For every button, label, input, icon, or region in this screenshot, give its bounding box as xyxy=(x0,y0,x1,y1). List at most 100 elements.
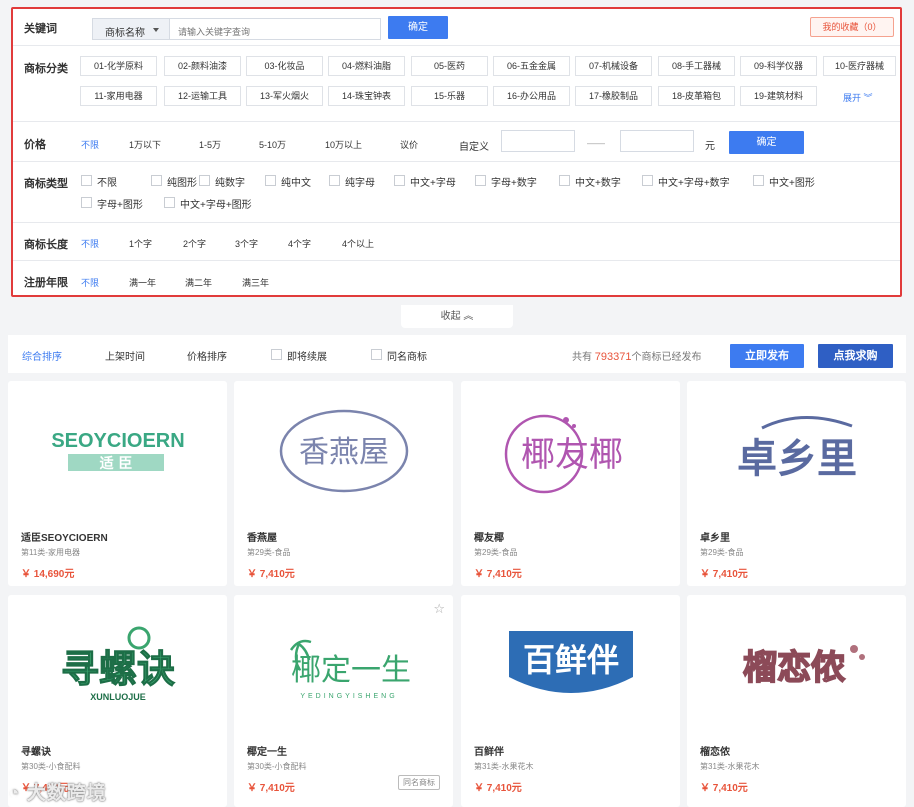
type-checkbox[interactable]: 中文+字母+图形 xyxy=(164,196,252,211)
price-option[interactable]: 议价 xyxy=(400,138,418,151)
type-checkbox[interactable]: 字母+图形 xyxy=(81,196,143,211)
keyword-label: 关键词 xyxy=(24,23,57,35)
my-favorites-button[interactable]: 我的收藏（0） xyxy=(810,17,894,37)
type-checkbox[interactable]: 不限 xyxy=(81,174,117,189)
type-checkbox[interactable]: 纯图形 xyxy=(151,174,197,189)
years-option[interactable]: 满二年 xyxy=(185,276,212,289)
same-name-badge: 同名商标 xyxy=(398,775,440,790)
logo-text-en: SEOYCIOERN xyxy=(51,430,184,452)
keyword-type-select[interactable]: 商标名称 xyxy=(92,18,170,40)
category-chip[interactable]: 16-办公用品 xyxy=(493,86,570,106)
category-chip[interactable]: 18-皮革箱包 xyxy=(658,86,735,106)
type-checkbox[interactable]: 字母+数字 xyxy=(475,174,537,189)
keyword-confirm-button[interactable]: 确定 xyxy=(388,16,448,39)
category-chip[interactable]: 07-机械设备 xyxy=(575,56,652,76)
category-chip[interactable]: 14-珠宝钟表 xyxy=(328,86,405,106)
category-chip[interactable]: 01-化学原料 xyxy=(80,56,157,76)
trademark-logo: SEOYCIOERN 适 臣 xyxy=(8,381,227,521)
length-option[interactable]: 4个字 xyxy=(288,237,311,250)
category-chip[interactable]: 13-军火烟火 xyxy=(246,86,323,106)
divider xyxy=(13,222,900,223)
years-label: 注册年限 xyxy=(24,277,68,289)
max-price-input[interactable] xyxy=(620,130,694,152)
trademark-card[interactable]: 香燕屋 香燕屋 第29类-食品 ￥ 7,410元 xyxy=(234,381,453,586)
trademark-price: ￥ 7,410元 xyxy=(700,783,748,794)
price-option[interactable]: 10万以上 xyxy=(325,138,362,151)
category-chip[interactable]: 08-手工器械 xyxy=(658,56,735,76)
sort-comprehensive[interactable]: 综合排序 xyxy=(22,348,62,363)
category-chip[interactable]: 04-燃料油脂 xyxy=(328,56,405,76)
logo-subtext: XUNLUOJUE xyxy=(90,692,146,702)
renewal-soon-checkbox[interactable]: 即将续展 xyxy=(271,348,327,363)
length-option[interactable]: 2个字 xyxy=(183,237,206,250)
length-option[interactable]: 1个字 xyxy=(129,237,152,250)
trademark-card[interactable]: 椰友椰 椰友椰 第29类-食品 ￥ 7,410元 xyxy=(461,381,680,586)
trademark-card[interactable]: SEOYCIOERN 适 臣 适臣SEOYCIOERN 第11类-家用电器 ￥ … xyxy=(8,381,227,586)
trademark-card[interactable]: 榴恋侬 榴恋侬 第31类-水果花木 ￥ 7,410元 xyxy=(687,595,906,807)
category-chip[interactable]: 06-五金金属 xyxy=(493,56,570,76)
price-confirm-button[interactable]: 确定 xyxy=(729,131,804,154)
trademark-card[interactable]: 寻螺诀 XUNLUOJUE 寻螺诀 第30类-小食配料 ￥ 7,410元 xyxy=(8,595,227,807)
years-option[interactable]: 不限 xyxy=(81,276,99,289)
trademark-class: 第11类-家用电器 xyxy=(21,548,80,557)
logo-text-cn: 适 臣 xyxy=(99,455,132,472)
expand-categories-button[interactable]: 展开 ︾ xyxy=(843,91,873,104)
years-option[interactable]: 满一年 xyxy=(129,276,156,289)
category-chip[interactable]: 19-建筑材料 xyxy=(740,86,817,106)
type-checkbox[interactable]: 纯数字 xyxy=(199,174,245,189)
logo-xiangyanwu: 香燕屋 xyxy=(279,409,408,493)
same-name-checkbox[interactable]: 同名商标 xyxy=(371,348,427,363)
category-chip[interactable]: 05-医药 xyxy=(411,56,488,76)
trademark-name: 香燕屋 xyxy=(247,533,277,544)
request-purchase-button[interactable]: 点我求购 xyxy=(818,344,893,368)
trademark-card[interactable]: 百鲜伴 百鲜伴 第31类-水果花木 ￥ 7,410元 xyxy=(461,595,680,807)
price-option[interactable]: 1万以下 xyxy=(129,138,161,151)
category-chip[interactable]: 11-家用电器 xyxy=(80,86,157,106)
watermark: ◔ 大数跨境 xyxy=(8,778,107,805)
trademark-name: 卓乡里 xyxy=(700,533,730,544)
keyword-input[interactable] xyxy=(169,18,381,40)
trademark-price: ￥ 7,410元 xyxy=(247,783,295,794)
price-label: 价格 xyxy=(24,139,46,151)
type-checkbox[interactable]: 纯中文 xyxy=(265,174,311,189)
category-chip[interactable]: 17-橡胶制品 xyxy=(575,86,652,106)
price-range-dash: —— xyxy=(587,138,605,148)
type-checkbox[interactable]: 纯字母 xyxy=(329,174,375,189)
trademark-name: 适臣SEOYCIOERN xyxy=(21,533,108,544)
trademark-class: 第29类-食品 xyxy=(700,548,744,557)
collapse-label: 收起 xyxy=(440,311,461,322)
category-label: 商标分类 xyxy=(24,63,68,75)
category-chip[interactable]: 15-乐器 xyxy=(411,86,488,106)
collapse-filters-button[interactable]: 收起 ︽ xyxy=(401,305,513,328)
divider xyxy=(13,121,900,122)
price-option[interactable]: 1-5万 xyxy=(199,138,221,151)
category-chip[interactable]: 02-颜料油漆 xyxy=(164,56,241,76)
length-option[interactable]: 4个以上 xyxy=(342,237,374,250)
sort-bar: 综合排序 上架时间 价格排序 即将续展 同名商标 共有 793371个商标已经发… xyxy=(8,335,906,373)
category-chip[interactable]: 10-医疗器械 xyxy=(823,56,896,76)
trademark-name: 榴恋侬 xyxy=(700,747,730,758)
price-option[interactable]: 5-10万 xyxy=(259,138,286,151)
sort-listing-time[interactable]: 上架时间 xyxy=(105,348,145,363)
length-label: 商标长度 xyxy=(24,239,68,251)
total-count: 共有 793371个商标已经发布 xyxy=(572,348,702,363)
trademark-card[interactable]: 卓乡里 卓乡里 第29类-食品 ￥ 7,410元 xyxy=(687,381,906,586)
length-option[interactable]: 不限 xyxy=(81,237,99,250)
category-chip[interactable]: 03-化妆品 xyxy=(246,56,323,76)
length-option[interactable]: 3个字 xyxy=(235,237,258,250)
min-price-input[interactable] xyxy=(501,130,575,152)
type-checkbox[interactable]: 中文+数字 xyxy=(559,174,621,189)
type-checkbox[interactable]: 中文+字母+数字 xyxy=(642,174,730,189)
category-chip[interactable]: 12-运输工具 xyxy=(164,86,241,106)
publish-now-button[interactable]: 立即发布 xyxy=(730,344,804,368)
price-option-unlimited[interactable]: 不限 xyxy=(81,138,99,151)
trademark-class: 第30类-小食配料 xyxy=(21,762,81,771)
trademark-class: 第31类-水果花木 xyxy=(474,762,534,771)
type-checkbox[interactable]: 中文+图形 xyxy=(753,174,815,189)
years-option[interactable]: 满三年 xyxy=(242,276,269,289)
type-checkbox[interactable]: 中文+字母 xyxy=(394,174,456,189)
trademark-card[interactable]: ☆ 椰定一生 YEDINGYISHENG 椰定一生 第30类-小食配料 ￥ 7,… xyxy=(234,595,453,807)
sort-price[interactable]: 价格排序 xyxy=(187,348,227,363)
category-chip[interactable]: 09-科学仪器 xyxy=(740,56,817,76)
logo-text: 椰友椰 xyxy=(521,435,623,475)
